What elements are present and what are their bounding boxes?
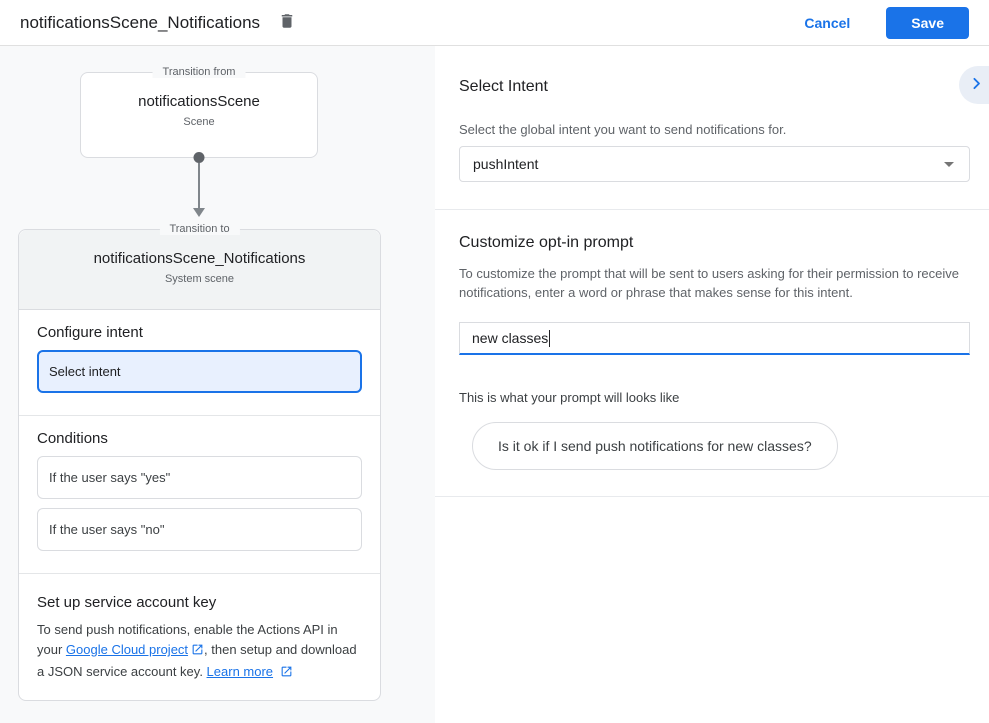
scene-flow-panel: Transition from notificationsScene Scene… [0,46,435,723]
from-scene-name: notificationsScene [81,93,317,110]
to-scene-type: System scene [29,273,370,285]
transition-from-node[interactable]: Transition from notificationsScene Scene [80,72,318,158]
connector-dot [194,152,205,163]
arrow-line [198,163,200,208]
main-content: Transition from notificationsScene Scene… [0,46,989,723]
service-key-text: To send push notifications, enable the A… [37,620,362,684]
chevron-right-icon [968,75,985,95]
condition-item-no[interactable]: If the user says "no" [37,508,362,551]
panel-divider [435,496,989,497]
opt-in-prompt-heading: Customize opt-in prompt [459,234,970,252]
intent-dropdown[interactable]: pushIntent [459,146,970,182]
cancel-button[interactable]: Cancel [804,15,850,31]
conditions-section: Conditions If the user says "yes" If the… [19,416,380,573]
delete-scene-button[interactable] [278,12,296,33]
save-button[interactable]: Save [886,7,969,39]
top-bar: notificationsScene_Notifications Cancel … [0,0,989,46]
transition-arrow [80,158,318,217]
select-intent-description: Select the global intent you want to sen… [459,122,970,137]
from-scene-type: Scene [81,116,317,128]
service-key-heading: Set up service account key [37,594,362,611]
conditions-heading: Conditions [37,430,362,447]
intent-detail-panel: Select Intent Select the global intent y… [435,46,989,723]
collapse-panel-button[interactable] [959,66,989,104]
arrow-head-icon [193,208,205,217]
trash-icon [278,12,296,33]
transition-to-card: Transition to notificationsScene_Notific… [18,229,381,701]
service-key-section: Set up service account key To send push … [19,574,380,700]
intent-dropdown-value: pushIntent [473,156,538,172]
page-title: notificationsScene_Notifications [20,13,260,33]
opt-in-prompt-section: Customize opt-in prompt To customize the… [435,210,989,470]
opt-in-prompt-input-value: new classes [472,330,548,346]
condition-item-yes[interactable]: If the user says "yes" [37,456,362,499]
learn-more-link[interactable]: Learn more [207,664,273,679]
google-cloud-project-link[interactable]: Google Cloud project [66,642,188,657]
external-link-icon[interactable] [191,642,204,662]
dropdown-caret-icon [944,162,954,167]
prompt-preview-bubble: Is it ok if I send push notifications fo… [472,422,838,470]
opt-in-prompt-input[interactable]: new classes [459,322,970,355]
to-scene-name: notificationsScene_Notifications [29,250,370,267]
select-intent-detail-heading: Select Intent [459,78,970,96]
external-link-icon[interactable] [280,664,293,684]
to-scene-header: notificationsScene_Notifications System … [19,230,380,310]
select-intent-item[interactable]: Select intent [37,350,362,393]
select-intent-detail-section: Select Intent Select the global intent y… [435,46,989,182]
transition-to-legend: Transition to [159,223,239,235]
configure-intent-heading: Configure intent [37,324,362,341]
preview-label: This is what your prompt will looks like [459,390,970,405]
opt-in-prompt-description: To customize the prompt that will be sen… [459,264,970,302]
configure-intent-section: Configure intent Select intent [19,310,380,415]
text-cursor [549,330,550,347]
transition-from-legend: Transition from [153,66,246,78]
